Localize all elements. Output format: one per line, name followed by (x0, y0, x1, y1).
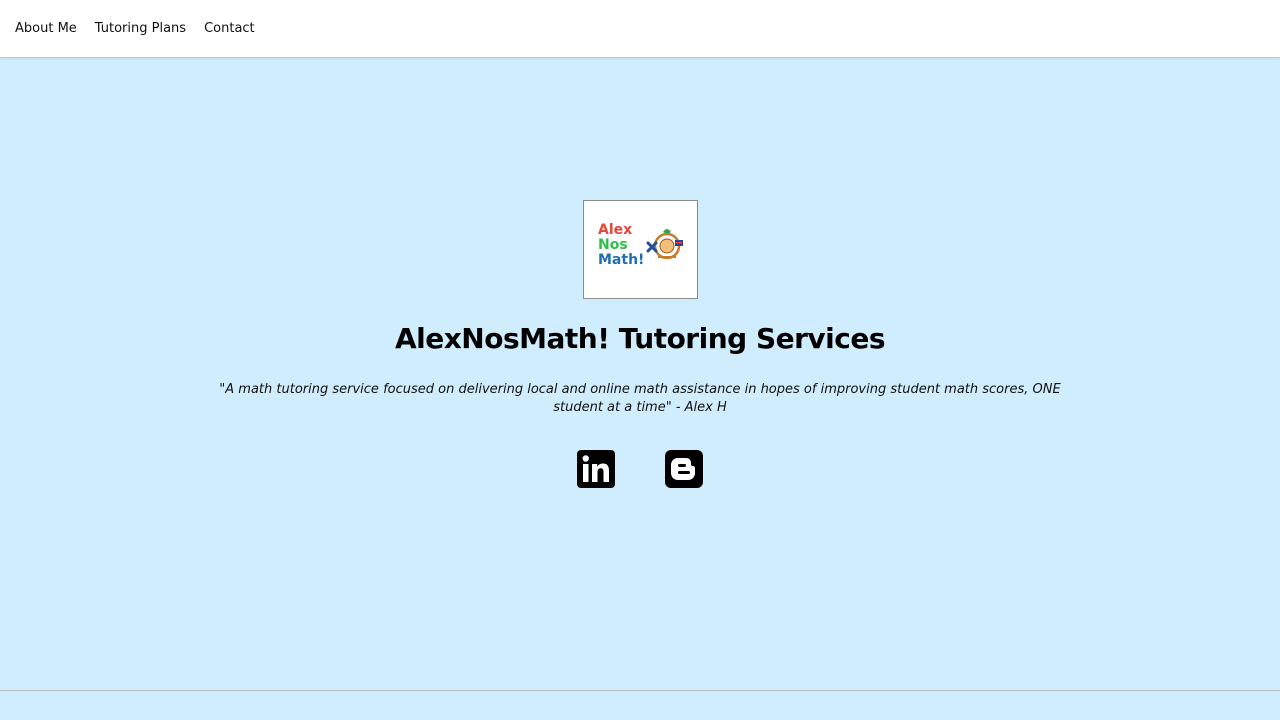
footer-divider (0, 690, 1280, 691)
top-navbar: About Me Tutoring Plans Contact (0, 0, 1280, 58)
blogger-link[interactable] (665, 450, 703, 488)
logo-wordmark: Alex Nos Math! (598, 223, 644, 268)
linkedin-link[interactable] (577, 450, 615, 488)
logo-word-alex: Alex (598, 222, 633, 238)
logo-word-math: Math! (598, 252, 645, 268)
linkedin-icon (577, 450, 615, 488)
page-title: AlexNosMath! Tutoring Services (394, 322, 886, 355)
nav-tutoring-plans-link[interactable]: Tutoring Plans (95, 20, 186, 38)
logo: Alex Nos Math! (583, 200, 698, 299)
nav-links: About Me Tutoring Plans Contact (15, 20, 255, 38)
blogger-icon (665, 450, 703, 488)
tagline-quote: "A math tutoring service focused on deli… (219, 382, 1061, 415)
logo-word-nos: Nos (598, 237, 628, 253)
nav-about-me-link[interactable]: About Me (15, 20, 77, 38)
logo-mascot-icon (646, 229, 683, 260)
nav-contact-link[interactable]: Contact (204, 20, 255, 38)
